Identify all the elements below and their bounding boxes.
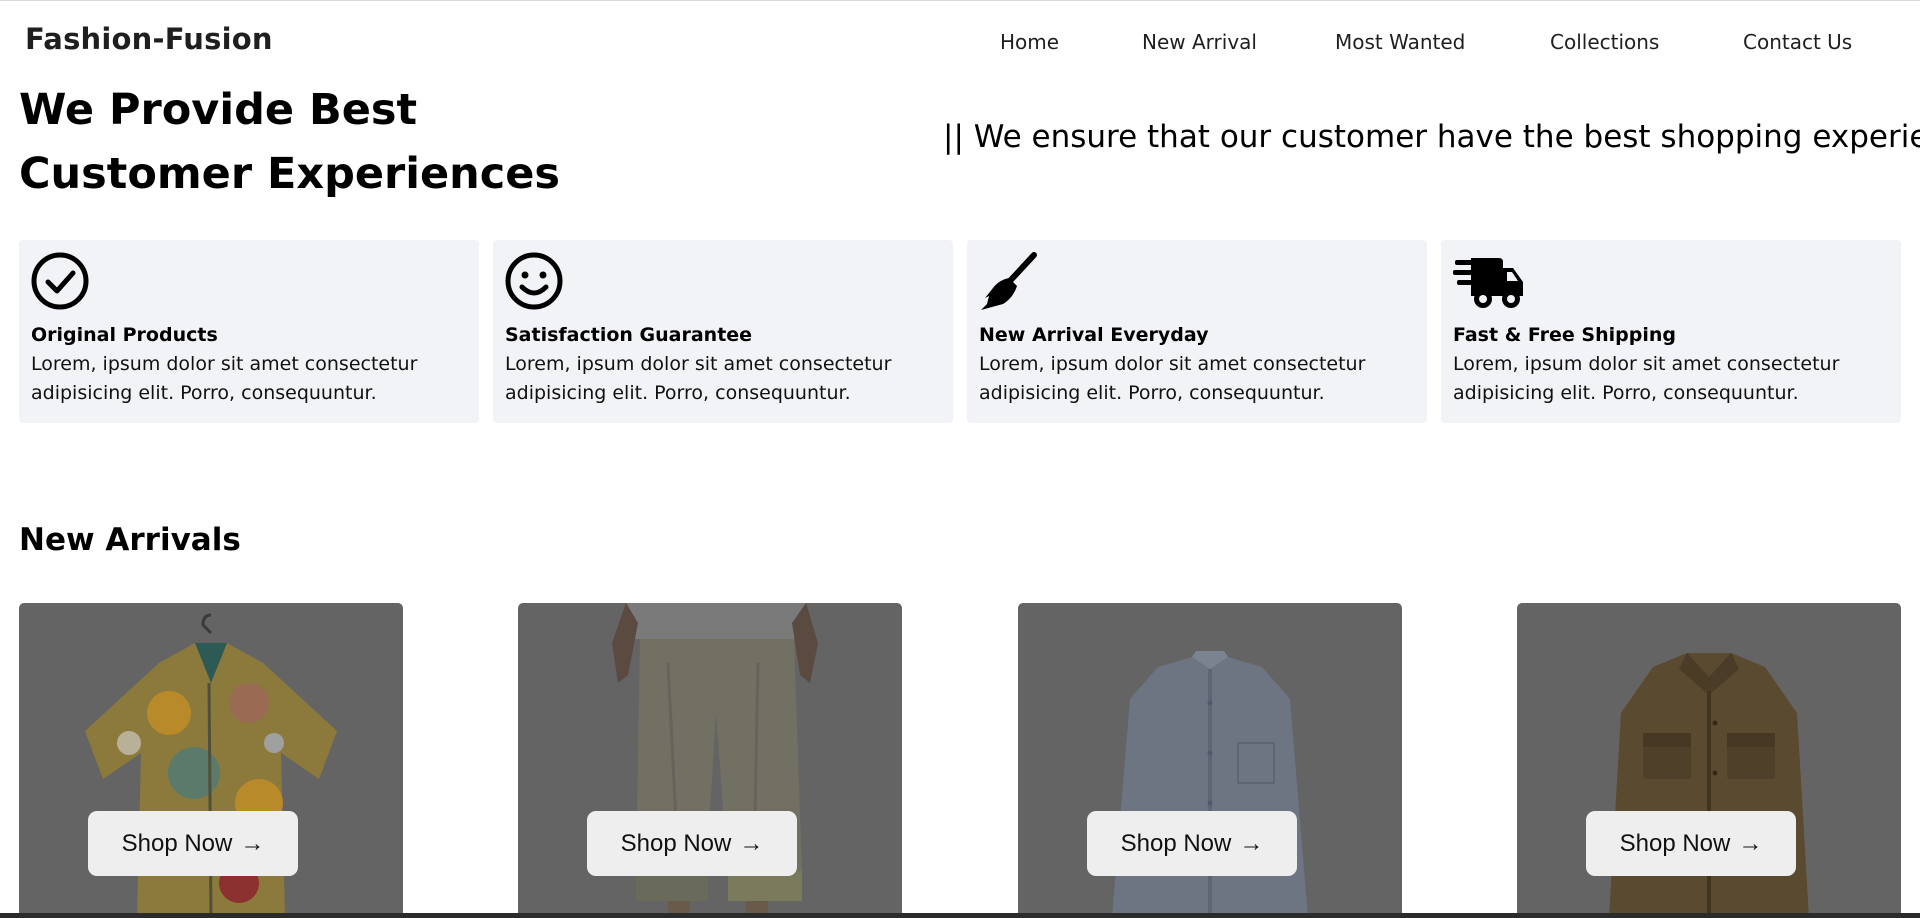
site-logo[interactable]: Fashion-Fusion <box>25 22 273 56</box>
feature-title: New Arrival Everyday <box>979 324 1209 346</box>
top-border <box>0 0 1920 1</box>
feature-description: Lorem, ipsum dolor sit amet consectetur … <box>505 353 892 404</box>
product-card[interactable]: Shop Now → <box>1517 603 1901 918</box>
features-row: Original Products Lorem, ipsum dolor sit… <box>19 240 1901 423</box>
arrow-right-icon: → <box>739 829 764 857</box>
nav-new-arrival-link[interactable]: New Arrival <box>1142 30 1257 54</box>
shop-now-label: Shop Now <box>1619 829 1731 857</box>
feature-card-original-products: Original Products Lorem, ipsum dolor sit… <box>19 240 479 423</box>
feature-title: Satisfaction Guarantee <box>505 324 753 346</box>
arrow-right-icon: → <box>240 829 265 857</box>
shop-now-button[interactable]: Shop Now → <box>587 811 797 876</box>
arrow-right-icon: → <box>1738 829 1763 857</box>
fast-truck-icon <box>1453 258 1523 308</box>
product-card[interactable]: Shop Now → <box>1018 603 1402 918</box>
shop-now-label: Shop Now <box>121 829 233 857</box>
feature-description: Lorem, ipsum dolor sit amet consectetur … <box>1453 353 1840 404</box>
shop-now-button[interactable]: Shop Now → <box>1586 811 1796 876</box>
feature-card-fast-free-shipping: Fast & Free Shipping Lorem, ipsum dolor … <box>1441 240 1901 423</box>
smiley-face-icon <box>505 252 563 310</box>
product-card[interactable]: Shop Now → <box>518 603 902 918</box>
hero-title: We Provide Best Customer Experiences <box>19 78 560 206</box>
feature-title: Fast & Free Shipping <box>1453 324 1676 346</box>
product-grid: Shop Now → Shop Now → Shop Now → Shop No… <box>19 603 1901 918</box>
feature-title: Original Products <box>31 324 218 346</box>
shop-now-button[interactable]: Shop Now → <box>1087 811 1297 876</box>
feature-card-new-arrival-everyday: New Arrival Everyday Lorem, ipsum dolor … <box>967 240 1427 423</box>
feature-description: Lorem, ipsum dolor sit amet consectetur … <box>31 353 418 404</box>
nav-home-link[interactable]: Home <box>1000 30 1059 54</box>
nav-most-wanted-link[interactable]: Most Wanted <box>1335 30 1465 54</box>
check-circle-icon <box>31 252 89 310</box>
hero-tagline: || We ensure that our customer have the … <box>943 119 1920 155</box>
nav-contact-us-link[interactable]: Contact Us <box>1743 30 1852 54</box>
product-card[interactable]: Shop Now → <box>19 603 403 918</box>
new-arrivals-heading: New Arrivals <box>19 522 241 558</box>
shop-now-label: Shop Now <box>1120 829 1232 857</box>
shop-now-button[interactable]: Shop Now → <box>88 811 298 876</box>
hero-title-line1: We Provide Best <box>19 85 418 135</box>
feature-card-satisfaction-guarantee: Satisfaction Guarantee Lorem, ipsum dolo… <box>493 240 953 423</box>
shop-now-label: Shop Now <box>620 829 732 857</box>
bottom-edge-bar <box>0 913 1920 918</box>
arrow-right-icon: → <box>1239 829 1264 857</box>
hero-title-line2: Customer Experiences <box>19 149 561 199</box>
feature-description: Lorem, ipsum dolor sit amet consectetur … <box>979 353 1366 404</box>
nav-collections-link[interactable]: Collections <box>1550 30 1659 54</box>
broom-icon <box>981 252 1037 310</box>
